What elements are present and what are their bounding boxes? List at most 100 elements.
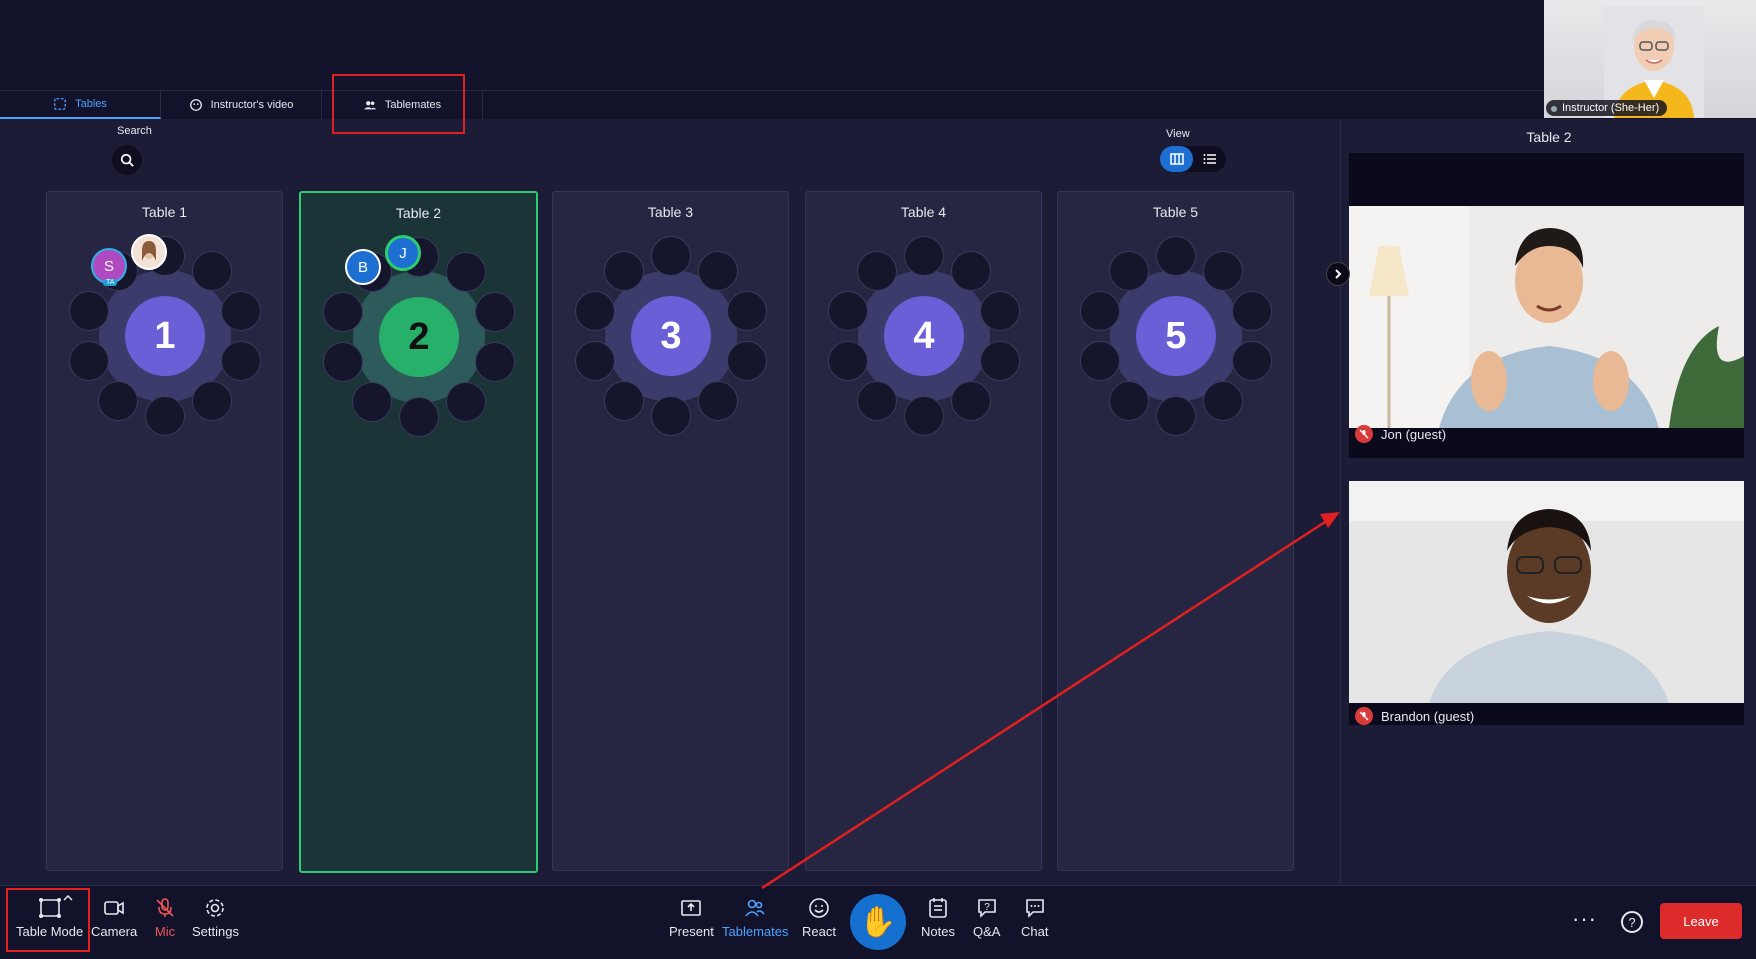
empty-seat[interactable] (68, 291, 109, 332)
tablemates-button[interactable]: Tablemates (722, 896, 788, 939)
face-icon (189, 99, 202, 111)
empty-seat[interactable] (856, 380, 897, 421)
empty-seat[interactable] (1156, 396, 1196, 436)
search-button[interactable] (112, 145, 142, 175)
camera-button[interactable]: Camera (91, 896, 137, 939)
table-card-4[interactable]: Table 4 4 (805, 191, 1042, 871)
table-title: Table 4 (900, 204, 947, 220)
svg-text:?: ? (984, 902, 990, 913)
chat-button[interactable]: Chat (1021, 896, 1048, 939)
tab-instructors-video[interactable]: Instructor's video (161, 91, 322, 119)
settings-button[interactable]: Settings (192, 896, 239, 939)
empty-seat[interactable] (475, 292, 516, 333)
table-card-5[interactable]: Table 5 5 (1057, 191, 1294, 871)
tab-tables[interactable]: Tables (0, 91, 161, 119)
help-button[interactable]: ? (1621, 911, 1643, 933)
participant-avatar-s[interactable]: S TA (91, 248, 127, 286)
empty-seat[interactable] (951, 380, 992, 421)
empty-seat[interactable] (904, 396, 944, 436)
react-button[interactable]: React (802, 896, 836, 939)
table-card-2[interactable]: Table 2 2 B J (299, 191, 538, 873)
empty-seat[interactable] (574, 340, 615, 381)
present-button[interactable]: Present (669, 896, 714, 939)
tab-tablemates[interactable]: Tablemates (322, 91, 483, 119)
empty-seat[interactable] (475, 341, 516, 382)
empty-seat[interactable] (97, 380, 138, 421)
empty-seat[interactable] (1108, 380, 1149, 421)
empty-seat[interactable] (1203, 380, 1244, 421)
empty-seat[interactable] (221, 291, 262, 332)
empty-seat[interactable] (1156, 236, 1196, 276)
present-label: Present (669, 924, 714, 939)
notes-button[interactable]: Notes (921, 896, 955, 939)
empty-seat[interactable] (192, 251, 233, 292)
participant-avatar-photo[interactable] (131, 234, 167, 270)
table-seating: 2 B J (319, 235, 519, 437)
people-icon (363, 101, 376, 110)
empty-seat[interactable] (698, 380, 739, 421)
empty-seat[interactable] (827, 291, 868, 332)
table-card-3[interactable]: Table 3 3 (552, 191, 789, 871)
participant-tile-jon[interactable]: Jon (guest) (1349, 153, 1744, 458)
chat-label: Chat (1021, 924, 1049, 939)
grid-view-icon (1169, 153, 1184, 165)
tab-tables-label: Tables (75, 98, 107, 110)
participant-avatar-j[interactable]: J (385, 235, 421, 271)
empty-seat[interactable] (1203, 251, 1244, 292)
list-view-icon (1203, 154, 1216, 164)
avatar-initial: S (103, 257, 114, 275)
empty-seat[interactable] (68, 340, 109, 381)
participant-tile-brandon[interactable]: Brandon (guest) (1349, 481, 1744, 725)
empty-seat[interactable] (574, 291, 615, 332)
empty-seat[interactable] (698, 251, 739, 292)
empty-seat[interactable] (980, 340, 1021, 381)
empty-seat[interactable] (651, 396, 691, 436)
empty-seat[interactable] (1079, 340, 1120, 381)
raise-hand-button[interactable]: ✋ (850, 894, 906, 950)
view-list-button[interactable] (1193, 146, 1226, 172)
empty-seat[interactable] (351, 381, 392, 422)
empty-seat[interactable] (1079, 291, 1120, 332)
participant-name-row: Brandon (guest) (1355, 707, 1474, 725)
empty-seat[interactable] (904, 236, 944, 276)
empty-seat[interactable] (145, 396, 185, 436)
empty-seat[interactable] (980, 291, 1021, 332)
view-grid-button[interactable] (1160, 146, 1193, 172)
empty-seat[interactable] (399, 397, 439, 437)
empty-seat[interactable] (651, 236, 691, 276)
raise-hand-icon: ✋ (859, 905, 897, 939)
more-options-button[interactable]: ··· (1572, 906, 1597, 932)
mic-muted-icon (156, 898, 174, 917)
empty-seat[interactable] (192, 380, 233, 421)
empty-seat[interactable] (322, 341, 363, 382)
empty-seat[interactable] (1232, 291, 1273, 332)
table-card-1[interactable]: Table 1 1 S TA (46, 191, 283, 871)
empty-seat[interactable] (1108, 251, 1149, 292)
qa-button[interactable]: ? Q&A (973, 896, 1000, 939)
participant-name: Jon (guest) (1381, 426, 1447, 442)
leave-button[interactable]: Leave (1660, 903, 1742, 939)
empty-seat[interactable] (827, 340, 868, 381)
empty-seat[interactable] (951, 251, 992, 292)
table-mode-button[interactable]: Table Mode (16, 896, 83, 939)
instructor-video-tile[interactable]: Instructor (She-Her) (1544, 0, 1756, 118)
empty-seat[interactable] (446, 381, 487, 422)
empty-seat[interactable] (221, 340, 262, 381)
table-title: Table 5 (1152, 204, 1199, 220)
mic-button[interactable]: Mic (153, 896, 177, 939)
chevron-up-icon[interactable] (63, 894, 73, 902)
collapse-panel-button[interactable] (1326, 262, 1350, 286)
empty-seat[interactable] (1232, 340, 1273, 381)
empty-seat[interactable] (446, 252, 487, 293)
empty-seat[interactable] (603, 251, 644, 292)
empty-seat[interactable] (322, 292, 363, 333)
empty-seat[interactable] (603, 380, 644, 421)
empty-seat[interactable] (727, 291, 768, 332)
settings-label: Settings (192, 924, 239, 939)
empty-seat[interactable] (856, 251, 897, 292)
camera-icon (104, 901, 124, 915)
table-number: 4 (884, 296, 964, 376)
participant-avatar-b[interactable]: B (345, 249, 381, 285)
chevron-right-icon (1335, 269, 1342, 279)
empty-seat[interactable] (727, 340, 768, 381)
